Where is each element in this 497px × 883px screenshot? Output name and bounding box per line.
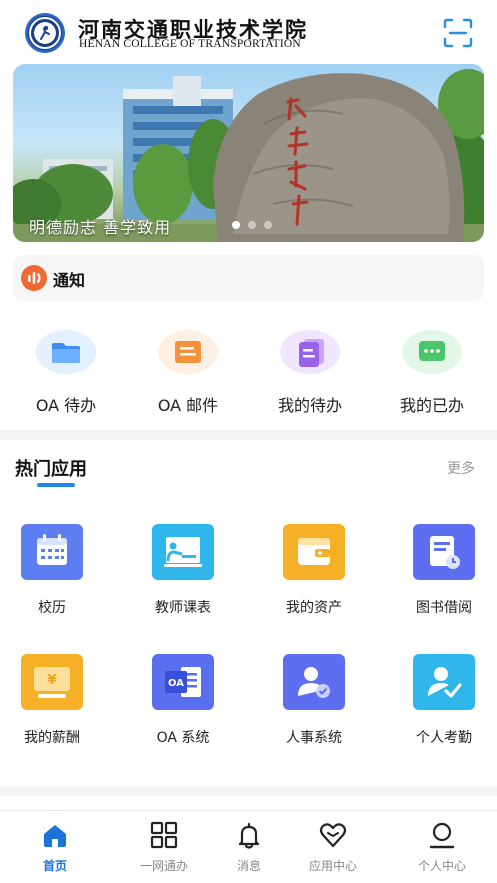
person-icon [429, 822, 455, 849]
app-label: 人事系统 [286, 730, 342, 746]
teacher-board-icon [152, 524, 214, 580]
heart-icon [319, 823, 347, 848]
banner-carousel[interactable]: 明德励志 善学致用 [13, 64, 484, 242]
scan-icon[interactable] [443, 18, 473, 48]
banner-caption: 明德励志 善学致用 [29, 218, 172, 237]
more-link[interactable]: 更多 [447, 458, 475, 478]
svg-text:OA: OA [168, 678, 184, 689]
app-label: 个人考勤 [416, 730, 472, 746]
app-my-assets[interactable]: 我的资产 [254, 524, 374, 617]
chat-done-icon [402, 330, 462, 374]
bottom-tab-bar: 首页 一网通办 消息 应用中心 个人中心 [0, 810, 497, 883]
carousel-dot[interactable] [264, 221, 272, 229]
hr-system-icon [283, 654, 345, 710]
tab-personal-center[interactable]: 个人中心 [392, 821, 492, 874]
app-hr-system[interactable]: 人事系统 [254, 654, 374, 747]
wallet-icon [283, 524, 345, 580]
app-label: 我的资产 [286, 600, 342, 616]
book-borrow-icon [413, 524, 475, 580]
todo-icon [280, 330, 340, 374]
oa-system-icon: OA [152, 654, 214, 710]
notice-label: 通知 [53, 271, 86, 290]
quick-action-label: OA 邮件 [157, 396, 219, 415]
app-label: 图书借阅 [416, 600, 472, 616]
grid-icon [150, 821, 178, 849]
app-label: 校历 [38, 600, 66, 616]
attendance-icon [413, 654, 475, 710]
quick-action-my-todo[interactable]: 我的待办 [250, 330, 370, 416]
quick-action-oa-todo[interactable]: OA 待办 [6, 330, 126, 416]
section-divider [0, 430, 497, 440]
app-label: 教师课表 [155, 600, 211, 616]
app-oa-system[interactable]: OA OA 系统 [123, 654, 243, 747]
tab-label: 个人中心 [417, 859, 466, 873]
app-my-salary[interactable]: ¥ 我的薪酬 [0, 654, 112, 747]
tab-label: 应用中心 [308, 859, 357, 873]
quick-action-my-done[interactable]: 我的已办 [372, 330, 492, 416]
quick-action-label: 我的已办 [399, 396, 464, 415]
app-attendance[interactable]: 个人考勤 [384, 654, 497, 747]
quick-action-oa-mail[interactable]: OA 邮件 [128, 330, 248, 416]
notice-bar[interactable]: 通知 [13, 255, 484, 301]
title-underline [37, 483, 75, 487]
app-library-borrow[interactable]: 图书借阅 [384, 524, 497, 617]
app-school-calendar[interactable]: 校历 [0, 524, 112, 617]
bell-icon [238, 822, 260, 849]
tab-label: 首页 [42, 859, 67, 873]
app-label: 我的薪酬 [24, 730, 80, 746]
mail-icon [158, 330, 218, 374]
hot-apps-title: 热门应用 [15, 459, 87, 480]
school-logo [25, 13, 65, 53]
announcement-icon [21, 265, 47, 291]
tab-app-center[interactable]: 应用中心 [283, 821, 383, 874]
folder-icon [36, 330, 96, 374]
app-teacher-schedule[interactable]: 教师课表 [123, 524, 243, 617]
carousel-dot[interactable] [248, 221, 256, 229]
section-divider [0, 786, 497, 796]
quick-action-label: OA 待办 [35, 396, 97, 415]
carousel-dot-active[interactable] [232, 221, 240, 229]
tab-home[interactable]: 首页 [5, 821, 105, 874]
quick-action-label: 我的待办 [277, 396, 342, 415]
app-header: 河南交通职业技术学院 HENAN COLLEGE OF TRANSPORTATI… [0, 0, 497, 64]
calendar-icon [21, 524, 83, 580]
svg-text:¥: ¥ [47, 673, 56, 688]
school-name-en: HENAN COLLEGE OF TRANSPORTATION [79, 38, 301, 50]
app-label: OA 系统 [156, 730, 210, 746]
home-icon [44, 825, 66, 847]
salary-icon: ¥ [21, 654, 83, 710]
